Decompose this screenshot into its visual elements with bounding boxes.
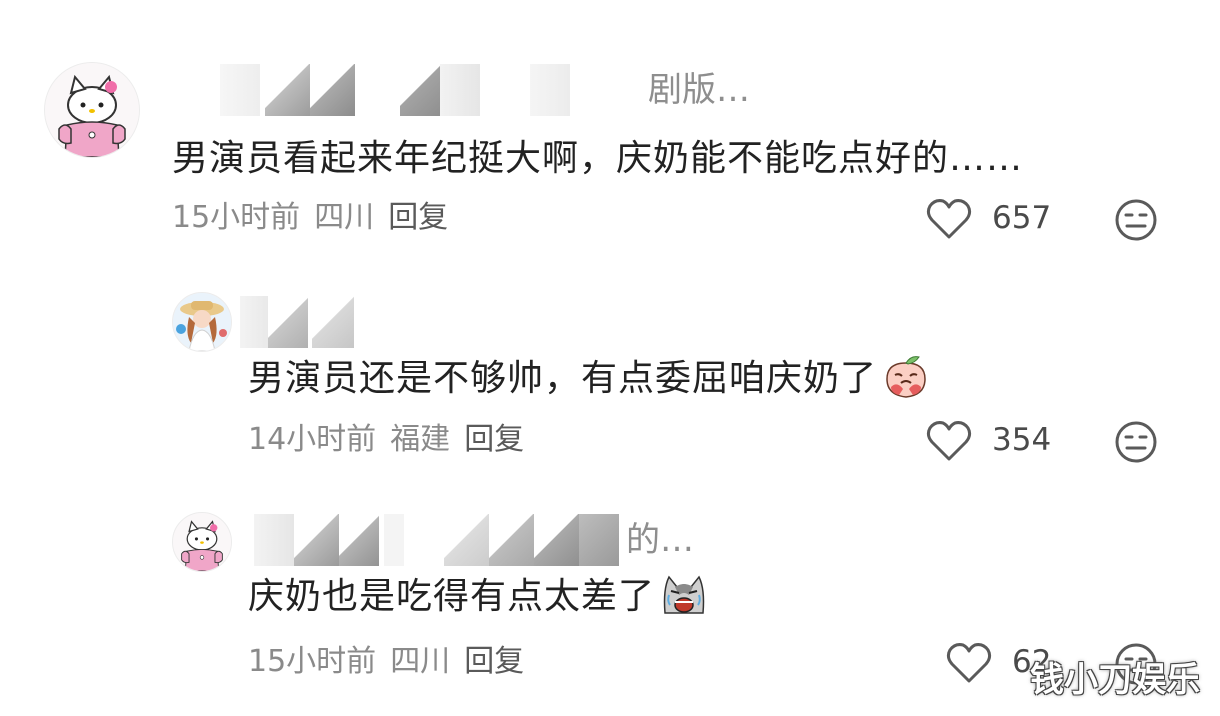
username-tail: 的… bbox=[626, 520, 694, 560]
watermark: 钱小刀娱乐 bbox=[1030, 660, 1200, 700]
comment-meta: 15小时前 四川 回复 bbox=[248, 640, 538, 684]
username-obscured[interactable]: 的… bbox=[244, 514, 724, 566]
comment-text-content: 庆奶也是吃得有点太差了 bbox=[248, 576, 656, 617]
comment-item: 的… 庆奶也是吃得有点太差了 15小时前 四川 回复 62 bbox=[0, 0, 1220, 716]
comment-time: 15小时前 bbox=[248, 644, 377, 679]
comment-location: 四川 bbox=[390, 644, 451, 679]
cat-crying-emoji-icon bbox=[663, 575, 705, 614]
reply-button[interactable]: 回复 bbox=[464, 644, 524, 679]
hello-kitty-icon bbox=[173, 513, 231, 571]
heart-icon[interactable] bbox=[946, 642, 992, 684]
avatar[interactable] bbox=[172, 512, 232, 572]
comment-text: 庆奶也是吃得有点太差了 bbox=[248, 572, 709, 623]
